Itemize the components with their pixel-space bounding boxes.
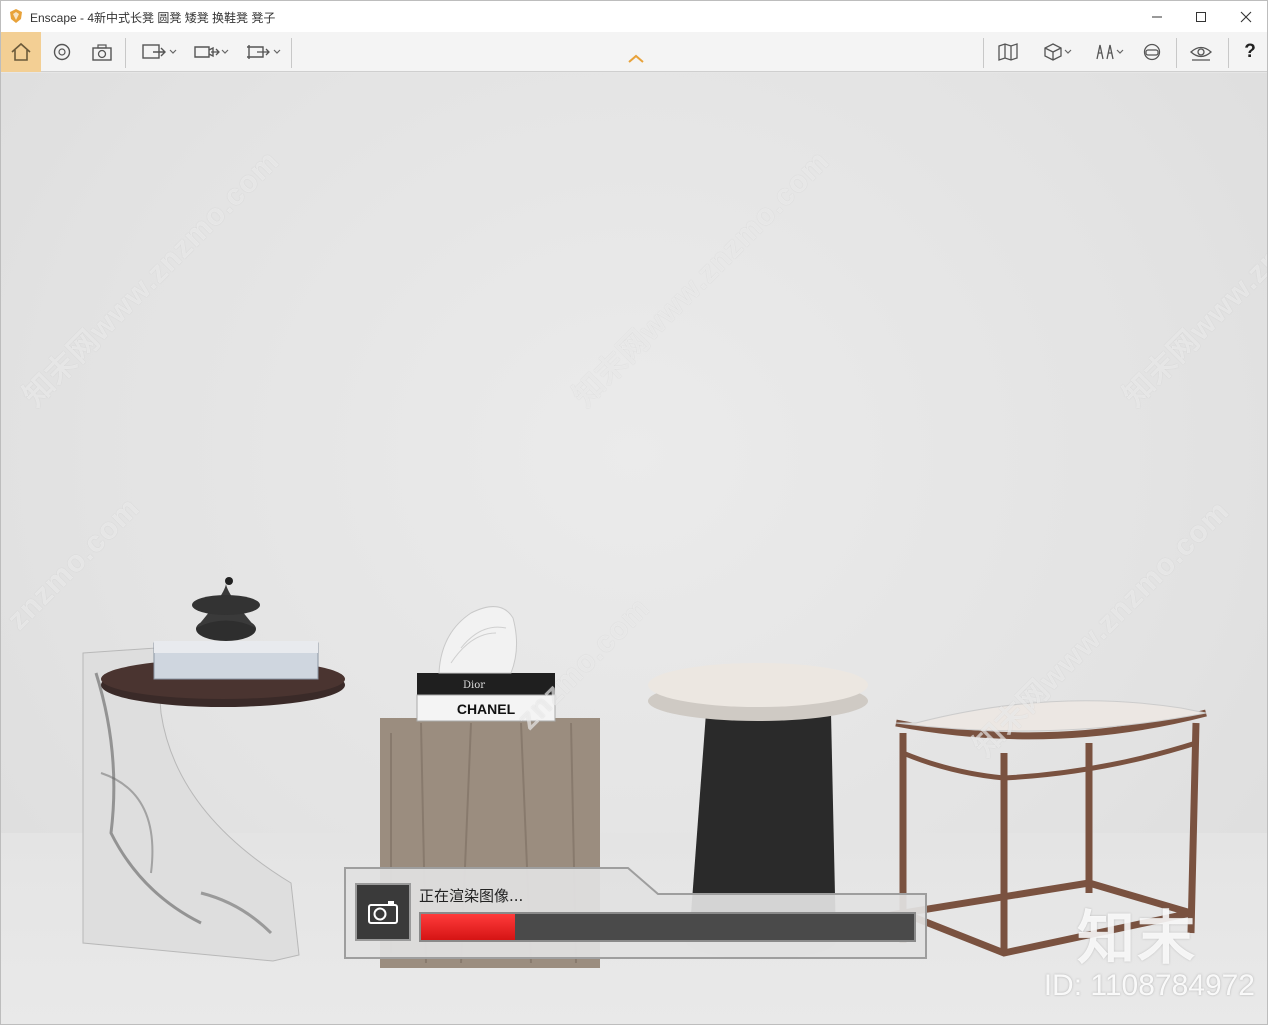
chevron-down-icon [169,49,177,54]
export-batch-icon [142,44,166,59]
chevron-down-icon [273,49,281,54]
toolbar-separator [1228,38,1229,68]
close-icon [1240,11,1252,22]
map-button[interactable] [993,32,1023,72]
vr-headset-icon [1143,43,1161,61]
screenshot-button[interactable] [87,32,117,72]
render-camera-button[interactable] [355,883,411,941]
cube-view-icon [1044,43,1062,61]
home-button[interactable] [1,32,41,72]
close-button[interactable] [1223,1,1268,32]
video-export-button[interactable] [187,32,235,72]
globe-camera-icon [53,43,71,61]
chevron-down-icon [1064,49,1072,54]
toolbar-separator [125,38,126,68]
toolbar-separator [291,38,292,68]
batch-render-button[interactable] [135,32,183,72]
help-button[interactable]: ? [1235,32,1265,72]
chevron-down-icon [1116,49,1124,54]
brand-watermark: 知末 [1076,906,1197,971]
chevron-down-icon [221,49,229,54]
asset-library-button[interactable] [1085,32,1133,72]
collapse-chevron-up-icon[interactable] [627,54,645,64]
render-progress-fill [421,914,515,940]
render-progress-dialog: 正在渲染图像... [343,866,928,960]
maximize-icon [1196,11,1206,22]
asset-library-icon [1096,44,1114,60]
toolbar-separator [983,38,984,68]
panorama-export-button[interactable] [239,32,287,72]
chanel-book-text: CHANEL [457,701,516,717]
minimize-button[interactable] [1134,1,1180,32]
toolbar-separator [1176,38,1177,68]
render-viewport[interactable]: Dior CHANEL 知末网www.znzmo.com 知末网www.znzm… [1,73,1267,1024]
render-status-label: 正在渲染图像... [419,887,524,905]
enscape-window: Enscape - 4新中式长凳 圆凳 矮凳 换鞋凳 凳子 ? Dior CHA… [0,0,1268,1025]
enscape-logo-icon [10,9,22,23]
home-icon [11,42,31,61]
vr-button[interactable] [1137,32,1167,72]
title-bar: Enscape - 4新中式长凳 圆凳 矮凳 换鞋凳 凳子 [1,1,1267,32]
render-progress-bar [419,912,916,942]
minimize-icon [1152,16,1162,17]
views-button[interactable] [1033,32,1081,72]
dior-book-text: Dior [463,680,485,691]
window-title: Enscape - 4新中式长凳 圆凳 矮凳 换鞋凳 凳子 [30,11,276,25]
map-icon [998,43,1018,61]
camera-icon [368,901,398,924]
marble-side-table [82,577,345,962]
visual-settings-button[interactable] [1185,32,1217,72]
live-update-button[interactable] [47,32,77,72]
export-video-icon [194,46,220,58]
export-panorama-icon [247,45,270,59]
toolbar: ? [1,32,1267,72]
id-watermark: ID: 1108784972 [1043,969,1255,1002]
maximize-button[interactable] [1178,1,1224,32]
visual-settings-icon [1190,46,1212,61]
screenshot-camera-icon [92,44,112,61]
